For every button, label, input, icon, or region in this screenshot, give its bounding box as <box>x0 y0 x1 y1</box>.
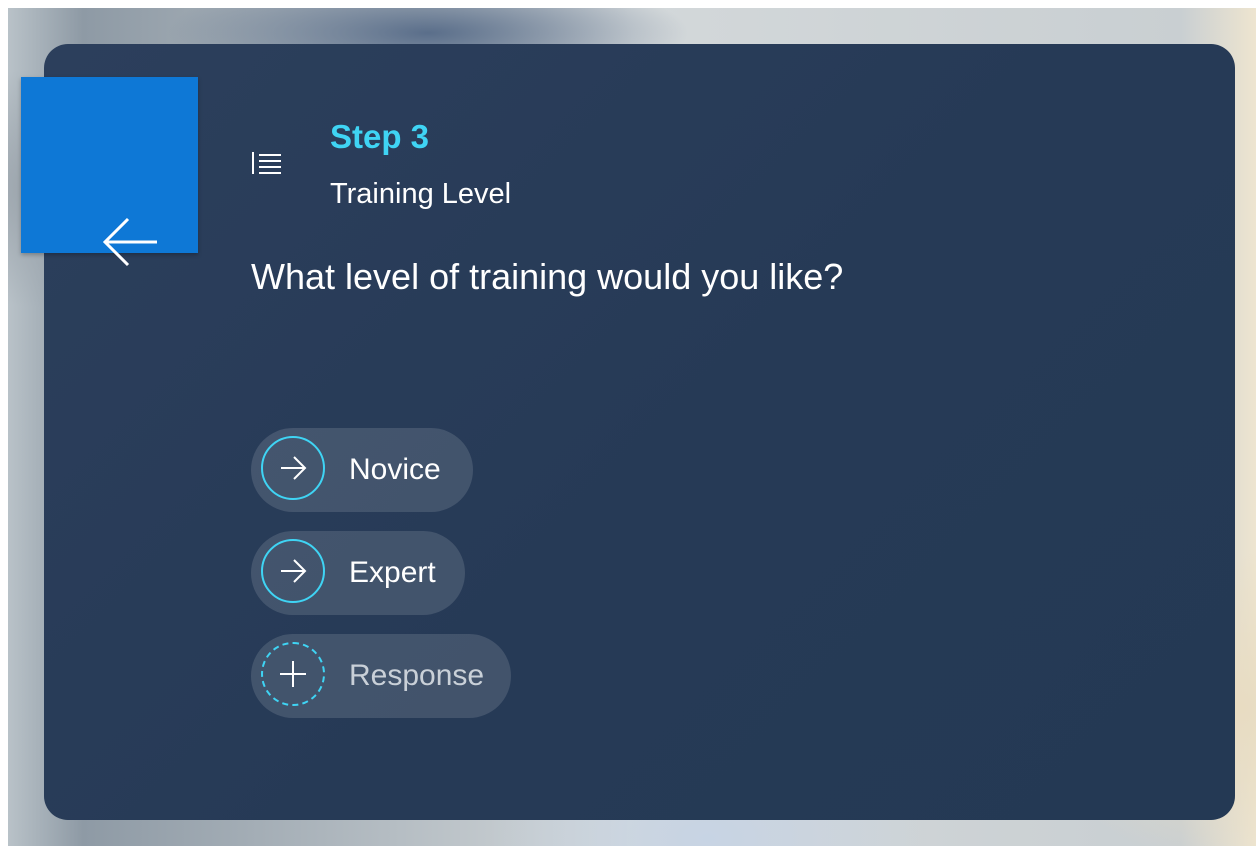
plus-icon <box>280 661 306 687</box>
numbered-list-icon <box>252 152 281 174</box>
step-title: Step 3 <box>330 118 430 155</box>
option-expert-button[interactable]: Expert <box>251 531 465 615</box>
arrow-left-icon <box>102 217 157 267</box>
question-text: What level of training would you like? <box>251 256 844 297</box>
option-label: Novice <box>349 453 441 486</box>
step-card <box>44 44 1235 820</box>
arrow-right-icon <box>281 559 307 583</box>
option-label: Expert <box>349 556 436 589</box>
add-response-label: Response <box>349 659 485 692</box>
arrow-right-icon <box>281 456 307 480</box>
step-subtitle: Training Level <box>330 178 512 210</box>
add-response-button[interactable]: Response <box>251 634 511 718</box>
option-icon-circle <box>261 436 325 500</box>
option-novice-button[interactable]: Novice <box>251 428 473 512</box>
back-button[interactable] <box>21 77 198 267</box>
add-icon-circle <box>261 642 325 706</box>
option-icon-circle <box>261 539 325 603</box>
